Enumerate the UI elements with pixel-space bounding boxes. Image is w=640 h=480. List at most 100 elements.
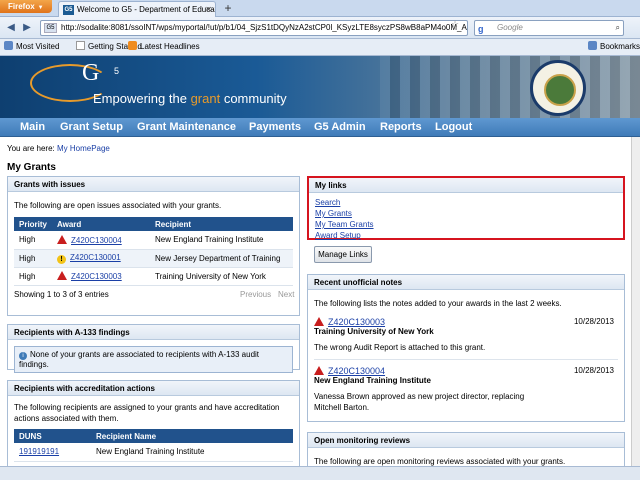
priority-cell: High <box>14 267 52 286</box>
bookmarks-menu[interactable]: Bookmarks <box>588 39 640 55</box>
table-header-row: DUNS Recipient Name <box>14 429 293 443</box>
portlet-title: My links <box>309 178 623 193</box>
warning-red-icon <box>57 234 67 244</box>
bookmark-folder-icon <box>4 41 13 50</box>
browser-tab-bar: Firefox ▼ G5 Welcome to G5 - Department o… <box>0 0 640 17</box>
tab-title: Welcome to G5 - Department of Educatio..… <box>77 5 216 14</box>
note-org: New England Training Institute <box>314 376 431 385</box>
award-link[interactable]: Z420C130001 <box>70 253 121 262</box>
search-input[interactable]: g Google ⌕ <box>474 20 624 36</box>
table-header-row: Priority Award Recipient <box>14 217 293 231</box>
site-identity-icon[interactable]: G5 <box>44 23 57 33</box>
table-row: High Z420C130004 New England Training In… <box>14 231 293 250</box>
menu-item-g5-admin[interactable]: G5 Admin <box>314 118 366 137</box>
link-my-grants[interactable]: My Grants <box>309 208 623 219</box>
search-placeholder: Google <box>497 23 523 32</box>
grants-with-issues-portlet: Grants with issues The following are ope… <box>7 176 300 316</box>
note-award-link[interactable]: Z420C130004 <box>328 366 385 376</box>
note-award-link[interactable]: Z420C130003 <box>328 317 385 327</box>
bookmarks-toolbar: Most Visited Getting Started Latest Head… <box>0 39 640 56</box>
previous-page-button[interactable]: Previous <box>240 290 271 299</box>
department-of-education-seal-icon <box>530 60 586 116</box>
breadcrumb-prefix: You are here: <box>7 144 57 153</box>
column-header-recipient[interactable]: Recipient <box>150 217 293 231</box>
divider <box>314 359 618 360</box>
address-url: http://sodalite:8081/ssoINT/wps/myportal… <box>61 23 468 32</box>
page-title: My Grants <box>7 162 56 173</box>
award-cell: ! Z420C130001 <box>52 249 150 268</box>
my-links-list: Search My Grants My Team Grants Award Se… <box>309 193 623 241</box>
warning-yellow-icon: ! <box>57 254 66 264</box>
recipient-name-cell: New England Training Institute <box>91 443 293 462</box>
g5-favicon-icon: G5 <box>63 5 74 15</box>
column-header-recipient-name[interactable]: Recipient Name <box>91 429 293 443</box>
portlet-intro: The following recipients are assigned to… <box>14 403 280 423</box>
portlet-title: Recipients with A-133 findings <box>8 325 299 340</box>
table-pager: Showing 1 to 3 of 3 entries Previous Nex… <box>8 286 299 300</box>
new-tab-button[interactable]: + <box>221 2 235 15</box>
address-bar[interactable]: G5 http://sodalite:8081/ssoINT/wps/mypor… <box>40 20 468 36</box>
bookmark-most-visited[interactable]: Most Visited <box>4 39 59 55</box>
recipient-cell: New Jersey Department of Training <box>150 249 293 268</box>
bookmark-star-icon[interactable]: ☆ <box>451 19 459 30</box>
duns-cell: 191919191 <box>14 443 91 462</box>
column-header-priority[interactable]: Priority <box>14 217 52 231</box>
page-scrollbar[interactable] <box>631 137 640 466</box>
link-search[interactable]: Search <box>309 197 623 208</box>
portlet-intro: The following are open issues associated… <box>14 201 222 210</box>
menu-item-reports[interactable]: Reports <box>380 118 422 137</box>
note-date: 10/28/2013 <box>573 366 614 375</box>
monitoring-reviews-portlet: Open monitoring reviews The following ar… <box>307 432 625 470</box>
menu-item-grant-setup[interactable]: Grant Setup <box>60 118 123 137</box>
menu-item-main[interactable]: Main <box>20 118 45 137</box>
menu-item-logout[interactable]: Logout <box>435 118 472 137</box>
note-date: 10/28/2013 <box>573 317 614 326</box>
back-icon[interactable]: ◀ <box>4 21 18 35</box>
browser-nav-bar: ◀ ▶ G5 http://sodalite:8081/ssoINT/wps/m… <box>0 17 640 39</box>
tagline-accent: grant <box>190 91 221 106</box>
my-links-portlet: My links Search My Grants My Team Grants… <box>307 176 625 240</box>
portlet-title: Open monitoring reviews <box>308 433 624 448</box>
column-header-duns[interactable]: DUNS <box>14 429 91 443</box>
browser-tab[interactable]: G5 Welcome to G5 - Department of Educati… <box>58 1 216 17</box>
portlet-title: Grants with issues <box>8 177 299 192</box>
breadcrumb-link-home[interactable]: My HomePage <box>57 144 110 153</box>
duns-link[interactable]: 191919191 <box>19 447 59 456</box>
recipient-cell: New England Training Institute <box>150 231 293 250</box>
site-banner: G 5 Empowering the grant community <box>0 56 640 118</box>
search-icon[interactable]: ⌕ <box>616 21 620 35</box>
bookmark-latest-headlines[interactable]: Latest Headlines <box>128 39 200 55</box>
banner-tagline: Empowering the grant community <box>93 91 287 106</box>
next-page-button[interactable]: Next <box>278 290 294 299</box>
browser-status-bar <box>0 466 640 480</box>
table-row: High ! Z420C130001 New Jersey Department … <box>14 249 293 268</box>
award-link[interactable]: Z420C130004 <box>71 236 122 245</box>
firefox-menu-button[interactable]: Firefox ▼ <box>0 0 52 13</box>
google-icon: g <box>478 24 484 34</box>
note-text: Vanessa Brown approved as new project di… <box>314 392 525 412</box>
menu-item-grant-maintenance[interactable]: Grant Maintenance <box>137 118 236 137</box>
table-row: 191919191 New England Training Institute <box>14 443 293 462</box>
g5-logo-text: G <box>82 60 100 86</box>
recent-notes-portlet: Recent unofficial notes The following li… <box>307 274 625 422</box>
table-summary: Showing 1 to 3 of 3 entries <box>14 289 109 299</box>
link-my-team-grants[interactable]: My Team Grants <box>309 219 623 230</box>
note-award-line: Z420C130004 10/28/2013 <box>314 366 618 376</box>
column-header-award[interactable]: Award <box>52 217 150 231</box>
grants-table-wrapper: Priority Award Recipient High Z420C13000… <box>8 217 299 286</box>
priority-cell: High <box>14 231 52 250</box>
portlet-intro: The following lists the notes added to y… <box>314 299 562 308</box>
link-award-setup[interactable]: Award Setup <box>309 230 623 241</box>
warning-red-icon <box>57 271 67 280</box>
bookmarks-icon <box>588 41 597 50</box>
warning-red-icon <box>314 317 324 326</box>
forward-icon[interactable]: ▶ <box>20 21 34 35</box>
a133-findings-portlet: Recipients with A-133 findings i None of … <box>7 324 300 373</box>
award-link[interactable]: Z420C130003 <box>71 272 122 281</box>
info-message-text: None of your grants are associated to re… <box>19 350 260 369</box>
accreditation-portlet: Recipients with accreditation actions Th… <box>7 380 300 470</box>
manage-links-button[interactable]: Manage Links <box>314 246 372 263</box>
library-background <box>380 56 640 118</box>
menu-item-payments[interactable]: Payments <box>249 118 301 137</box>
close-tab-icon[interactable]: ✕ <box>205 2 212 17</box>
